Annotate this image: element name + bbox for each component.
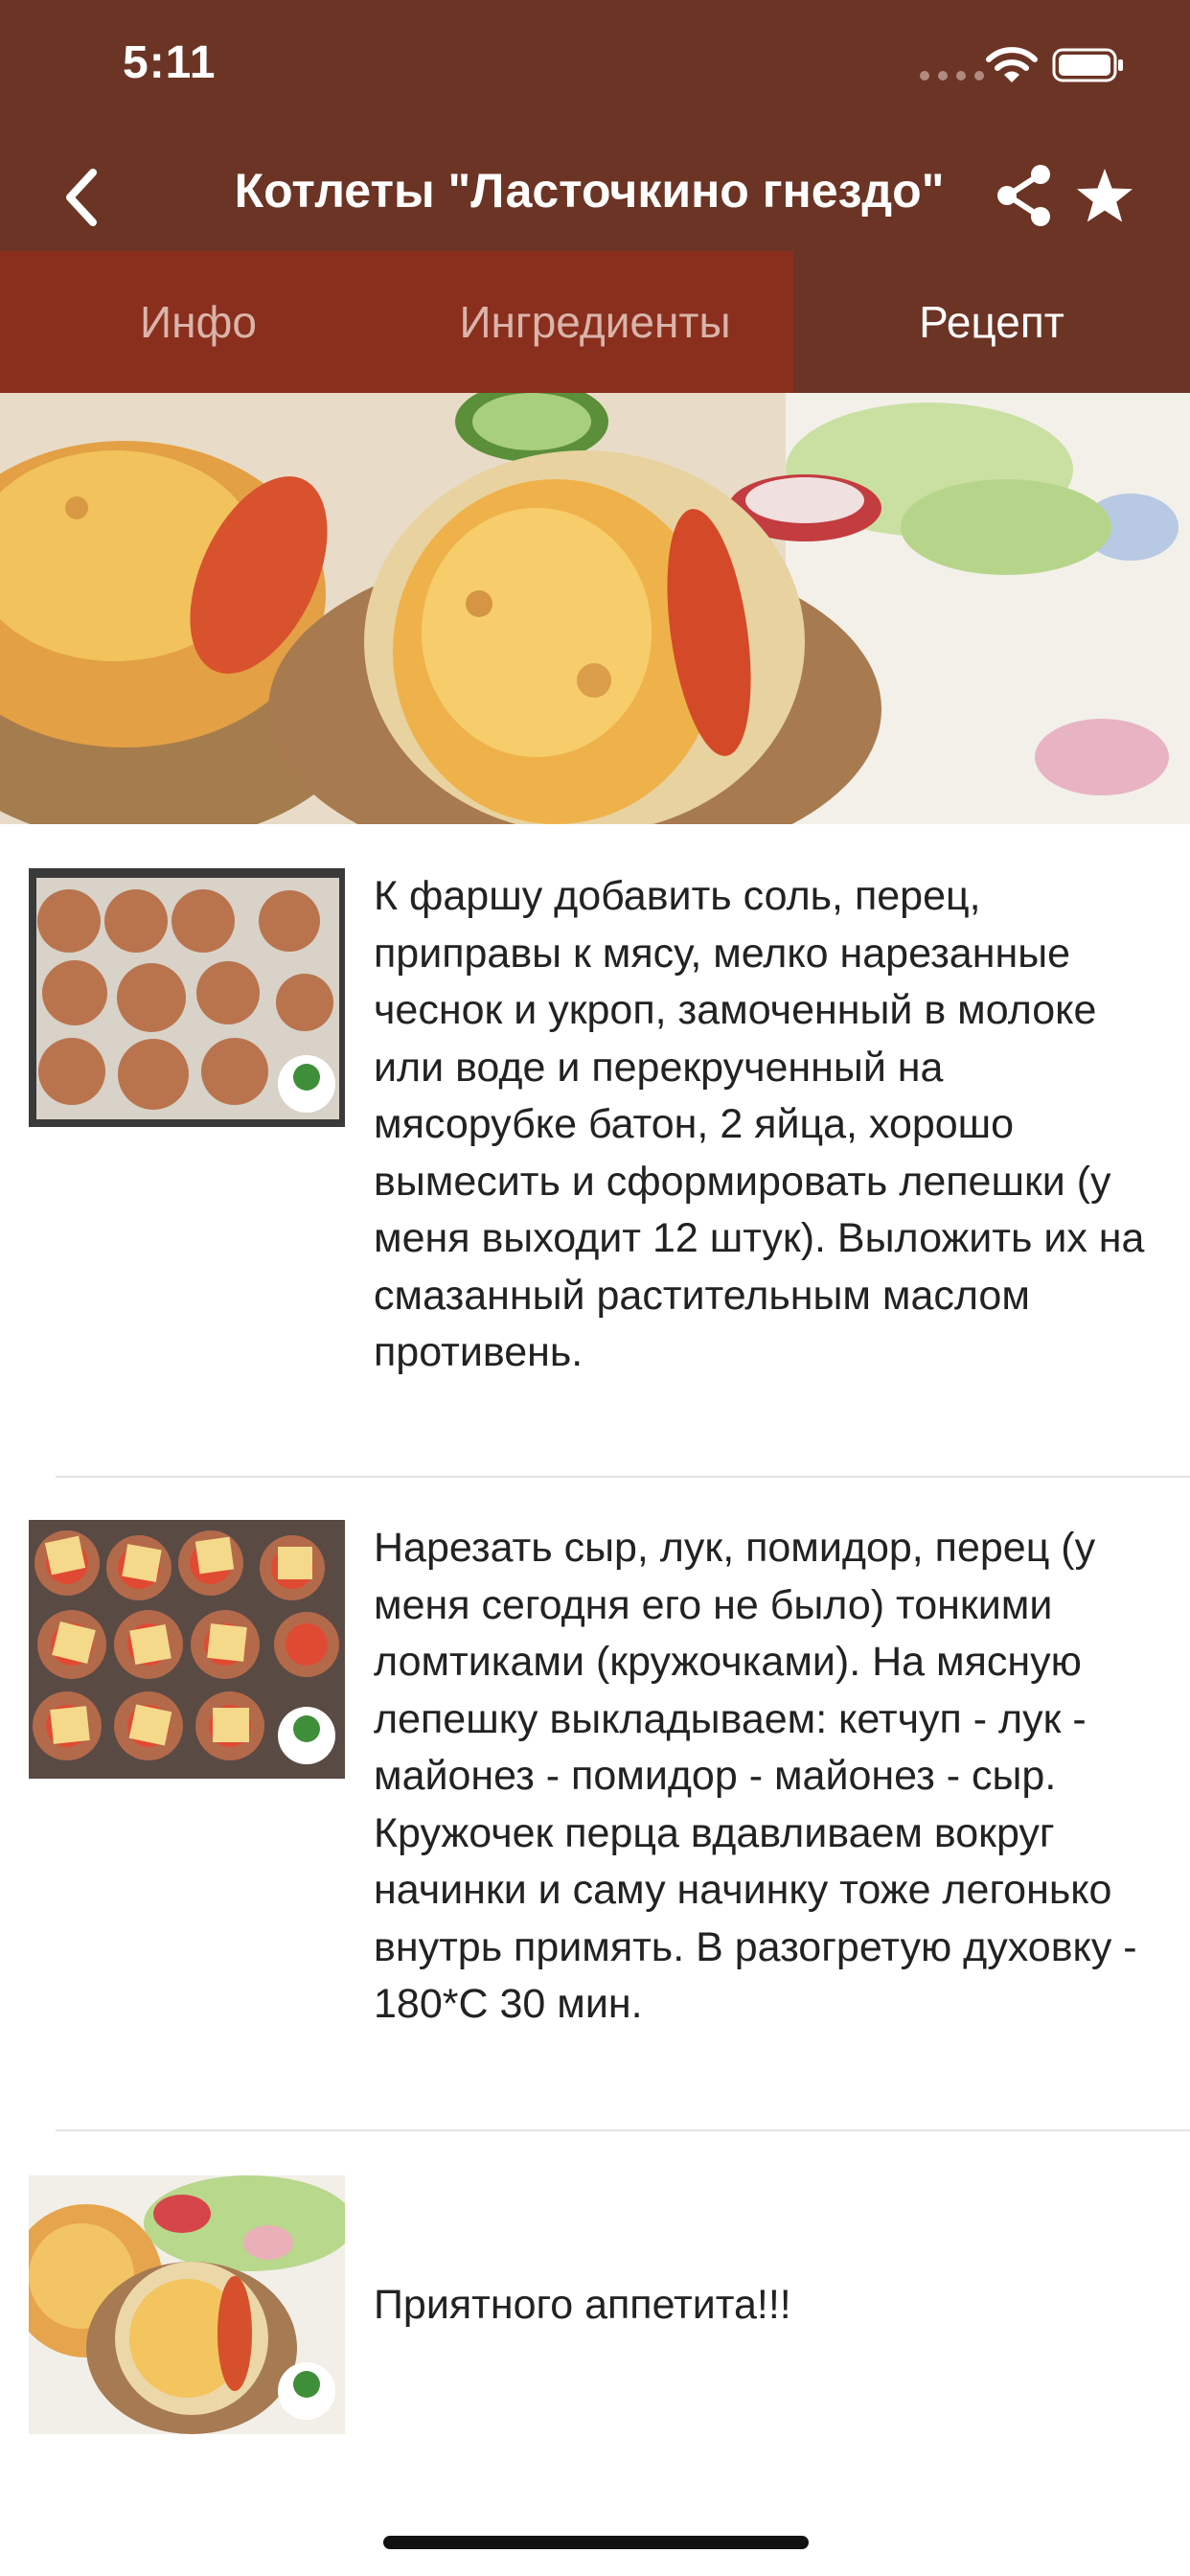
step-photo	[29, 868, 345, 1127]
step-description: Приятного аппетита!!!	[374, 2282, 791, 2328]
tab-bar: Инфо Ингредиенты Рецепт	[0, 251, 1190, 393]
tab-info[interactable]: Инфо	[0, 251, 397, 393]
share-icon	[997, 165, 1050, 226]
recipe-step: Приятного аппетита!!!	[0, 2131, 1190, 2448]
cellular-signal-icon	[920, 71, 984, 80]
recipe-step: Нарезать сыр, лук, помидор, перец (у мен…	[0, 1478, 1190, 2129]
step-photo	[29, 1520, 345, 1779]
tab-recipe[interactable]: Рецепт	[793, 251, 1190, 393]
tab-ingredients[interactable]: Ингредиенты	[397, 251, 793, 393]
step-description: Нарезать сыр, лук, помидор, перец (у мен…	[374, 1525, 1137, 2027]
back-button[interactable]	[48, 157, 115, 238]
chevron-left-icon	[66, 169, 97, 226]
star-icon	[1077, 169, 1133, 222]
app-header: 5:11 Котлеты "Ласточкино гнездо" Инфо Ин…	[0, 0, 1190, 393]
favorite-button[interactable]	[1071, 157, 1138, 234]
share-button[interactable]	[993, 157, 1056, 234]
navigation-bar: Котлеты "Ласточкино гнездо"	[0, 144, 1190, 249]
home-indicator	[383, 2536, 809, 2549]
wifi-icon	[986, 47, 1038, 82]
step-description: К фаршу добавить соль, перец, приправы к…	[374, 873, 1145, 1375]
recipe-hero-image	[0, 393, 1190, 824]
battery-icon	[1052, 48, 1123, 82]
page-title: Котлеты "Ласточкино гнездо"	[234, 164, 945, 218]
status-time: 5:11	[123, 37, 217, 88]
step-photo	[29, 2175, 345, 2434]
recipe-step: К фаршу добавить соль, перец, приправы к…	[0, 824, 1190, 1476]
